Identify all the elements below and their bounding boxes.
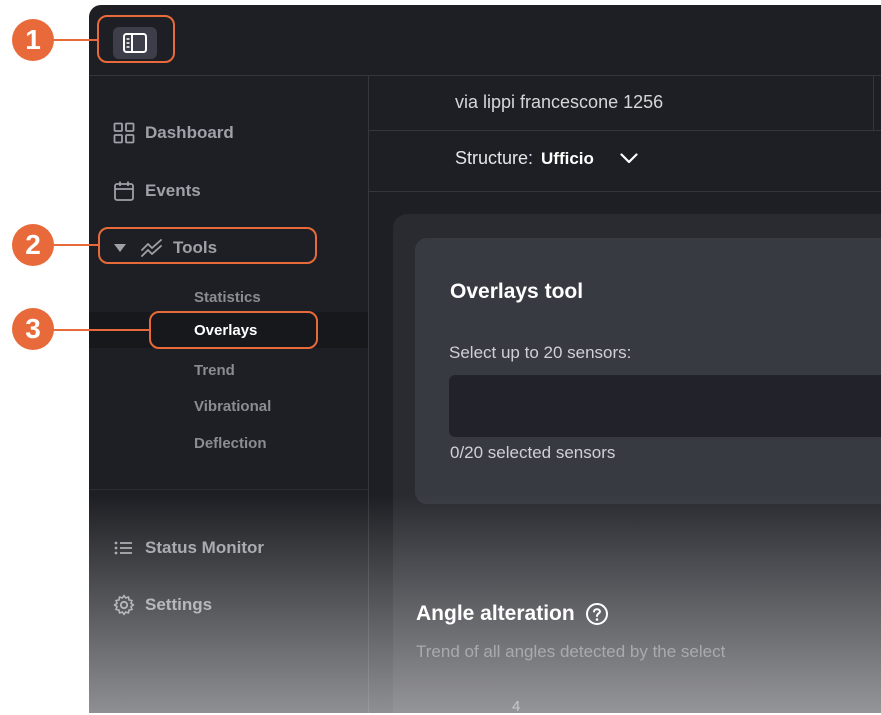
address-text: via lippi francescone 1256 <box>455 92 664 112</box>
header-divider <box>369 130 881 131</box>
highlight-tools <box>98 227 317 264</box>
sidebar-item-events[interactable]: Events <box>113 180 201 202</box>
overlays-card: Overlays tool <box>415 238 881 504</box>
sidebar-item-settings[interactable]: Settings <box>113 594 212 616</box>
structure-value: Ufficio <box>541 148 594 168</box>
list-icon <box>114 541 132 555</box>
angle-alteration-heading: Angle alteration <box>416 602 609 626</box>
gear-icon <box>113 594 135 616</box>
annotation-marker-2: 2 <box>12 224 54 266</box>
structure-label: Structure: <box>455 148 534 168</box>
structure-divider <box>369 191 881 192</box>
sidebar-subitem-vibrational[interactable]: Vibrational <box>194 398 271 415</box>
grid-icon <box>113 122 135 144</box>
annotation-connector-1 <box>50 39 98 41</box>
angle-alteration-title: Angle alteration <box>416 602 575 625</box>
sidebar-subitem-deflection[interactable]: Deflection <box>194 435 267 452</box>
sensor-select-input[interactable] <box>449 375 881 437</box>
highlight-sidebar-toggle <box>97 15 175 63</box>
sidebar-item-label: Settings <box>145 595 213 614</box>
sidebar-item-status-monitor[interactable]: Status Monitor <box>113 538 264 558</box>
header-separator <box>873 76 874 130</box>
selected-sensors-count: 0/20 selected sensors <box>450 443 616 462</box>
sidebar-subitem-trend[interactable]: Trend <box>194 362 235 379</box>
annotation-marker-3: 3 <box>12 308 54 350</box>
chevron-down-icon <box>620 153 638 164</box>
sidebar-item-dashboard[interactable]: Dashboard <box>113 122 234 144</box>
overlays-title: Overlays tool <box>450 280 584 303</box>
top-bar <box>89 5 881 76</box>
chart-axis-tick: 4 <box>512 698 521 715</box>
sidebar-item-label: Status Monitor <box>145 538 264 557</box>
calendar-icon <box>114 181 134 201</box>
structure-selector[interactable]: Structure: Ufficio <box>455 148 638 169</box>
sidebar-item-label: Dashboard <box>145 123 234 142</box>
content-panel: Overlays tool <box>393 214 881 713</box>
sidebar-divider <box>89 489 368 490</box>
annotation-connector-3 <box>50 329 150 331</box>
angle-alteration-description: Trend of all angles detected by the sele… <box>416 642 726 661</box>
sidebar-subitem-statistics[interactable]: Statistics <box>194 289 261 306</box>
highlight-overlays <box>149 311 318 349</box>
annotation-connector-2 <box>50 244 99 246</box>
sidebar-item-label: Events <box>145 181 201 200</box>
sensor-select-label: Select up to 20 sensors: <box>449 343 632 362</box>
sidebar: Dashboard Events Tools Statistics Overla… <box>89 76 369 713</box>
annotation-marker-1: 1 <box>12 19 54 61</box>
help-icon[interactable] <box>585 602 609 626</box>
